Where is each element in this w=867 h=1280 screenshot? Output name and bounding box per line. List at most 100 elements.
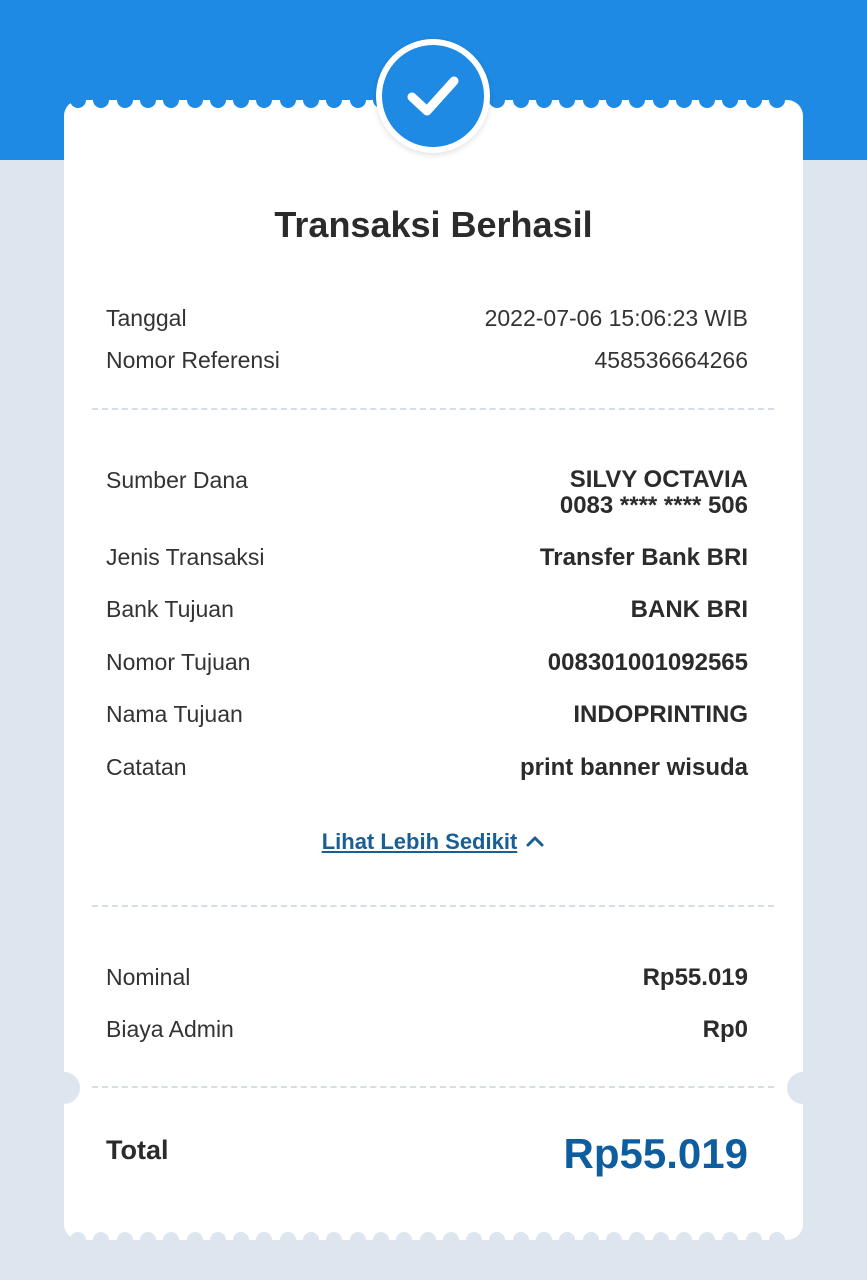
- receipt-notch-right: [787, 1072, 819, 1104]
- receipt-scallop-bottom: [303, 1232, 319, 1248]
- receipt-scallop-bottom: [652, 1232, 669, 1248]
- receipt-scallop-bottom: [489, 1232, 506, 1248]
- receipt-scallop-bottom: [396, 1232, 413, 1248]
- reference-row: Nomor Referensi 458536664266: [106, 347, 748, 374]
- receipt-scallop-top: [722, 92, 739, 108]
- receipt-scallop-top: [303, 92, 319, 108]
- check-icon: [407, 76, 459, 116]
- receipt-scallop-top: [769, 92, 785, 108]
- show-less-toggle[interactable]: Lihat Lebih Sedikit: [64, 829, 803, 855]
- transaction-type-label: Jenis Transaksi: [106, 544, 265, 570]
- divider: [92, 1086, 774, 1088]
- receipt-scallop-top: [70, 92, 86, 108]
- source-name: SILVY OCTAVIA: [569, 466, 748, 493]
- total-value: Rp55.019: [563, 1130, 748, 1177]
- receipt-scallop-bottom: [769, 1232, 785, 1248]
- receipt-scallop-top: [652, 92, 669, 108]
- nominal-value: Rp55.019: [642, 964, 748, 991]
- destination-number-row: Nomor Tujuan 008301001092565: [106, 649, 748, 677]
- receipt-scallop-bottom: [349, 1232, 366, 1248]
- receipt-scallop-top: [512, 92, 529, 108]
- receipt-scallop-bottom: [675, 1232, 692, 1248]
- receipt-scallop-bottom: [233, 1232, 250, 1248]
- receipt-scallop-top: [233, 92, 250, 108]
- receipt-scallop-top: [745, 92, 762, 108]
- receipt-scallop-top: [559, 92, 576, 108]
- show-less-link[interactable]: Lihat Lebih Sedikit: [322, 829, 518, 854]
- receipt-scallop-bottom: [209, 1232, 226, 1248]
- destination-name-label: Nama Tujuan: [106, 701, 243, 727]
- receipt-scallop-top: [163, 92, 180, 108]
- source-value: SILVY OCTAVIA 0083 **** **** 506: [560, 467, 748, 519]
- receipt-scallop-bottom: [279, 1232, 296, 1248]
- date-label: Tanggal: [106, 305, 187, 331]
- reference-value: 458536664266: [594, 347, 749, 373]
- receipt-scallop-bottom: [745, 1232, 762, 1248]
- destination-bank-label: Bank Tujuan: [106, 596, 234, 622]
- receipt-scallop-bottom: [512, 1232, 529, 1248]
- admin-fee-label: Biaya Admin: [106, 1016, 234, 1042]
- success-badge: [376, 39, 490, 153]
- receipt-scallop-bottom: [536, 1232, 552, 1248]
- divider: [92, 408, 774, 410]
- note-value: print banner wisuda: [519, 754, 748, 781]
- receipt-scallop-bottom: [93, 1232, 110, 1248]
- nominal-row: Nominal Rp55.019: [106, 964, 748, 992]
- source-account: 0083 **** **** 506: [559, 492, 748, 519]
- transaction-type-value: Transfer Bank BRI: [539, 544, 748, 571]
- admin-fee-row: Biaya Admin Rp0: [106, 1016, 748, 1044]
- receipt-scallop-bottom: [419, 1232, 436, 1248]
- receipt-scallop-bottom: [582, 1232, 599, 1248]
- receipt-scallop-bottom: [163, 1232, 180, 1248]
- receipt-scallop-top: [116, 92, 133, 108]
- date-row: Tanggal 2022-07-06 15:06:23 WIB: [106, 305, 748, 332]
- receipt-scallop-top: [536, 92, 552, 108]
- receipt-scallop-bottom: [442, 1232, 459, 1248]
- source-row: Sumber Dana SILVY OCTAVIA 0083 **** ****…: [106, 467, 748, 519]
- receipt-scallop-top: [629, 92, 646, 108]
- receipt-scallop-bottom: [629, 1232, 646, 1248]
- divider: [92, 905, 774, 907]
- destination-number-value: 008301001092565: [547, 649, 748, 676]
- destination-name-row: Nama Tujuan INDOPRINTING: [106, 701, 748, 729]
- receipt-scallop-top: [93, 92, 110, 108]
- transaction-type-row: Jenis Transaksi Transfer Bank BRI: [106, 544, 748, 572]
- receipt-scallop-bottom: [699, 1232, 716, 1248]
- receipt-scallop-bottom: [256, 1232, 273, 1248]
- date-value: 2022-07-06 15:06:23 WIB: [484, 305, 748, 331]
- receipt-scallop-top: [489, 92, 506, 108]
- receipt-scallop-bottom: [466, 1232, 483, 1248]
- destination-number-label: Nomor Tujuan: [106, 649, 251, 675]
- receipt-scallop-bottom: [559, 1232, 576, 1248]
- page-title: Transaksi Berhasil: [274, 204, 593, 245]
- receipt-notch-left: [48, 1072, 80, 1104]
- note-row: Catatan print banner wisuda: [106, 754, 748, 782]
- receipt-scallop-top: [349, 92, 366, 108]
- receipt-scallop-bottom: [139, 1232, 156, 1248]
- note-label: Catatan: [106, 754, 187, 780]
- receipt-scallop-bottom: [722, 1232, 739, 1248]
- chevron-up-icon[interactable]: [525, 834, 545, 848]
- reference-label: Nomor Referensi: [106, 347, 280, 373]
- receipt-scallop-bottom: [326, 1232, 343, 1248]
- receipt-scallop-bottom: [116, 1232, 133, 1248]
- receipt-scallop-bottom: [70, 1232, 86, 1248]
- receipt-scallop-top: [582, 92, 599, 108]
- receipt-scallop-top: [605, 92, 622, 108]
- receipt-scallop-top: [675, 92, 692, 108]
- receipt-scallop-top: [209, 92, 226, 108]
- admin-fee-value: Rp0: [702, 1016, 748, 1043]
- receipt-scallop-top: [139, 92, 156, 108]
- destination-bank-value: BANK BRI: [630, 596, 748, 623]
- receipt-scallop-top: [186, 92, 203, 108]
- receipt-card: Transaksi Berhasil Tanggal 2022-07-06 15…: [48, 92, 819, 1248]
- receipt-scallop-top: [699, 92, 716, 108]
- receipt-scallop-top: [256, 92, 273, 108]
- receipt-scallop-top: [326, 92, 343, 108]
- nominal-label: Nominal: [106, 964, 191, 990]
- receipt-scallop-bottom: [186, 1232, 203, 1248]
- receipt-scallop-bottom: [372, 1232, 389, 1248]
- total-label: Total: [106, 1135, 169, 1165]
- receipt-scallop-top: [279, 92, 296, 108]
- destination-name-value: INDOPRINTING: [573, 701, 748, 728]
